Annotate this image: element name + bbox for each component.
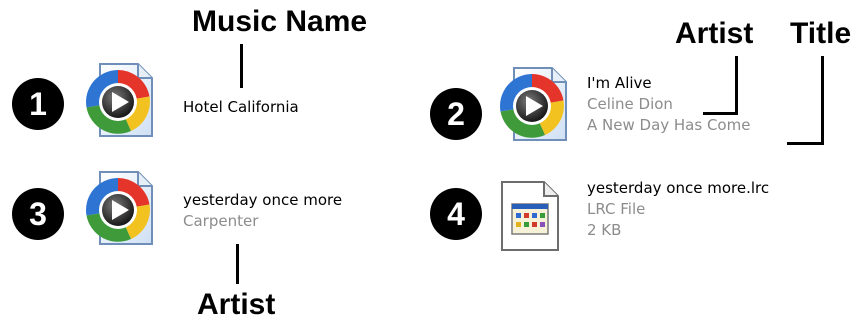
media-player-file-icon[interactable]	[500, 66, 572, 144]
file-name-text: yesterday once more.lrc	[587, 179, 770, 197]
file-text-2[interactable]: I'm Alive Celine Dion A New Day Has Come	[587, 73, 750, 136]
file-text-4[interactable]: yesterday once more.lrc LRC File 2 KB	[587, 178, 769, 241]
media-player-file-icon[interactable]	[86, 62, 158, 140]
number-badge-3: 3	[12, 188, 64, 240]
lrc-text-file-icon[interactable]	[498, 180, 562, 252]
leader-artist-bottom	[236, 244, 239, 284]
artist-text: Celine Dion	[587, 95, 673, 113]
callout-music-name: Music Name	[192, 5, 368, 38]
music-name-text: I'm Alive	[587, 74, 652, 92]
number-badge-4: 4	[430, 188, 482, 240]
leader-title-vertical	[821, 56, 824, 145]
number-badge-2: 2	[430, 88, 482, 140]
file-size-text: 2 KB	[587, 221, 622, 239]
file-text-3[interactable]: yesterday once more Carpenter	[183, 190, 342, 232]
callout-artist-bottom: Artist	[197, 288, 276, 321]
music-name-text: yesterday once more	[183, 191, 343, 209]
music-name-text: Hotel California	[183, 98, 299, 116]
leader-title-horizontal	[787, 142, 824, 145]
callout-title: Title	[790, 17, 852, 50]
media-player-file-icon[interactable]	[86, 170, 158, 248]
artist-text: Carpenter	[183, 212, 259, 230]
leader-music-name	[240, 44, 243, 88]
title-text: A New Day Has Come	[587, 116, 751, 134]
file-type-text: LRC File	[587, 200, 646, 218]
number-badge-1: 1	[12, 78, 64, 130]
file-text-1[interactable]: Hotel California	[183, 97, 299, 118]
callout-artist-top: Artist	[675, 17, 754, 50]
